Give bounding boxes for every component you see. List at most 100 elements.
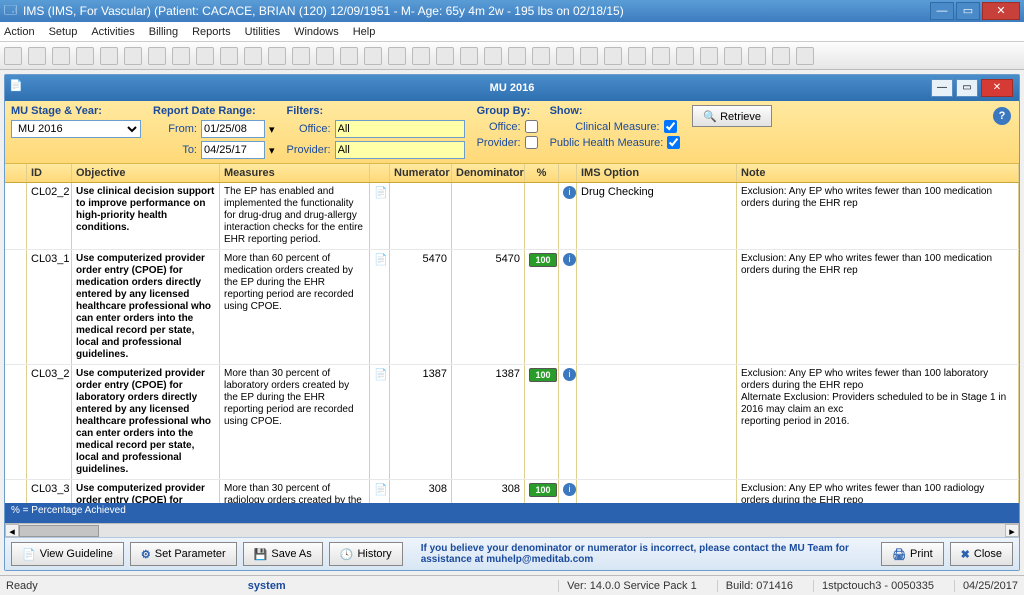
menu-reports[interactable]: Reports	[192, 26, 231, 38]
retrieve-button[interactable]: 🔍 Retrieve	[692, 105, 772, 127]
row-note: Exclusion: Any EP who writes fewer than …	[737, 250, 1019, 364]
window-min-button[interactable]: —	[930, 2, 954, 20]
to-date-input[interactable]	[201, 141, 265, 159]
guideline-icon[interactable]: 📄	[374, 369, 388, 381]
col-id[interactable]: ID	[27, 164, 72, 182]
info-icon[interactable]: i	[563, 186, 576, 199]
col-measures[interactable]: Measures	[220, 164, 370, 182]
guideline-icon[interactable]: 📄	[374, 254, 388, 266]
panel-max-button[interactable]: ▭	[956, 79, 978, 97]
row-ims-option	[577, 250, 737, 364]
public-measure-check[interactable]	[667, 136, 680, 149]
toolbar-icon-27[interactable]	[652, 47, 670, 65]
toolbar-icon-2[interactable]	[52, 47, 70, 65]
toolbar-icon-5[interactable]	[124, 47, 142, 65]
guideline-icon[interactable]: 📄	[374, 484, 388, 496]
toolbar-icon-18[interactable]	[436, 47, 454, 65]
document-icon: 📄	[22, 548, 36, 561]
horizontal-scrollbar[interactable]: ◂ ▸	[5, 523, 1019, 537]
panel-min-button[interactable]: —	[931, 79, 953, 97]
toolbar-icon-32[interactable]	[772, 47, 790, 65]
toolbar-icon-31[interactable]	[748, 47, 766, 65]
toolbar-icon-29[interactable]	[700, 47, 718, 65]
history-button[interactable]: 🕓History	[329, 542, 403, 566]
window-title: IMS (IMS, For Vascular) (Patient: CACACE…	[23, 4, 624, 18]
toolbar-icon-26[interactable]	[628, 47, 646, 65]
table-row[interactable]: CL03_2Use computerized provider order en…	[5, 365, 1019, 480]
grid-body[interactable]: CL02_2Use clinical decision support to i…	[5, 183, 1019, 503]
toolbar-icon-23[interactable]	[556, 47, 574, 65]
col-percent[interactable]: %	[525, 164, 559, 182]
window-titlebar: 🗔 IMS (IMS, For Vascular) (Patient: CACA…	[0, 0, 1024, 22]
row-percent: 100	[525, 480, 559, 503]
groupby-office-check[interactable]	[525, 120, 538, 133]
toolbar-icon-9[interactable]	[220, 47, 238, 65]
provider-input[interactable]	[335, 141, 465, 159]
info-icon[interactable]: i	[563, 253, 576, 266]
from-date-picker-icon[interactable]: ▾	[269, 123, 275, 136]
help-icon[interactable]: ?	[993, 107, 1011, 125]
menu-billing[interactable]: Billing	[149, 26, 178, 38]
menu-activities[interactable]: Activities	[91, 26, 134, 38]
toolbar-icon-14[interactable]	[340, 47, 358, 65]
toolbar-icon-10[interactable]	[244, 47, 262, 65]
panel-close-button[interactable]: ✕	[981, 79, 1013, 97]
toolbar-icon-7[interactable]	[172, 47, 190, 65]
toolbar-icon-6[interactable]	[148, 47, 166, 65]
menu-action[interactable]: Action	[4, 26, 35, 38]
toolbar-icon-8[interactable]	[196, 47, 214, 65]
toolbar-icon-0[interactable]	[4, 47, 22, 65]
table-row[interactable]: CL02_2Use clinical decision support to i…	[5, 183, 1019, 250]
provider-label: Provider:	[287, 144, 331, 156]
save-as-button[interactable]: 💾Save As	[243, 542, 323, 566]
guideline-icon[interactable]: 📄	[374, 187, 388, 199]
menu-help[interactable]: Help	[353, 26, 376, 38]
toolbar-icon-19[interactable]	[460, 47, 478, 65]
close-button[interactable]: ✖Close	[950, 542, 1013, 566]
row-objective: Use computerized provider order entry (C…	[72, 365, 220, 479]
toolbar-icon-11[interactable]	[268, 47, 286, 65]
toolbar-icon-12[interactable]	[292, 47, 310, 65]
office-input[interactable]	[335, 120, 465, 138]
menu-setup[interactable]: Setup	[49, 26, 78, 38]
col-denominator[interactable]: Denominator	[452, 164, 525, 182]
window-close-button[interactable]: ✕	[982, 2, 1020, 20]
menu-windows[interactable]: Windows	[294, 26, 339, 38]
toolbar-icon-16[interactable]	[388, 47, 406, 65]
menu-utilities[interactable]: Utilities	[245, 26, 280, 38]
toolbar-icon-24[interactable]	[580, 47, 598, 65]
toolbar-icon-28[interactable]	[676, 47, 694, 65]
toolbar-icon-1[interactable]	[28, 47, 46, 65]
stage-select[interactable]: MU 2016	[11, 120, 141, 138]
toolbar-icon-4[interactable]	[100, 47, 118, 65]
groupby-provider-check[interactable]	[525, 136, 538, 149]
table-row[interactable]: CL03_3Use computerized provider order en…	[5, 480, 1019, 503]
toolbar-icon-33[interactable]	[796, 47, 814, 65]
window-max-button[interactable]: ▭	[956, 2, 980, 20]
assist-message: If you believe your denominator or numer…	[409, 543, 875, 565]
row-denominator: 1387	[452, 365, 525, 479]
set-parameter-button[interactable]: ⚙Set Parameter	[130, 542, 237, 566]
col-objective[interactable]: Objective	[72, 164, 220, 182]
toolbar-icon-3[interactable]	[76, 47, 94, 65]
toolbar-icon-25[interactable]	[604, 47, 622, 65]
view-guideline-button[interactable]: 📄View Guideline	[11, 542, 124, 566]
toolbar-icon-20[interactable]	[484, 47, 502, 65]
from-date-input[interactable]	[201, 120, 265, 138]
toolbar-icon-17[interactable]	[412, 47, 430, 65]
toolbar-icon-30[interactable]	[724, 47, 742, 65]
col-ims-option[interactable]: IMS Option	[577, 164, 737, 182]
clinical-measure-check[interactable]	[664, 120, 677, 133]
toolbar-icon-13[interactable]	[316, 47, 334, 65]
info-icon[interactable]: i	[563, 368, 576, 381]
to-date-picker-icon[interactable]: ▾	[269, 144, 275, 157]
toolbar-icon-15[interactable]	[364, 47, 382, 65]
scrollbar-thumb[interactable]	[19, 525, 99, 537]
col-numerator[interactable]: Numerator	[390, 164, 452, 182]
print-button[interactable]: 🖨Print	[881, 542, 944, 566]
table-row[interactable]: CL03_1Use computerized provider order en…	[5, 250, 1019, 365]
toolbar-icon-22[interactable]	[532, 47, 550, 65]
col-note[interactable]: Note	[737, 164, 1019, 182]
info-icon[interactable]: i	[563, 483, 576, 496]
toolbar-icon-21[interactable]	[508, 47, 526, 65]
